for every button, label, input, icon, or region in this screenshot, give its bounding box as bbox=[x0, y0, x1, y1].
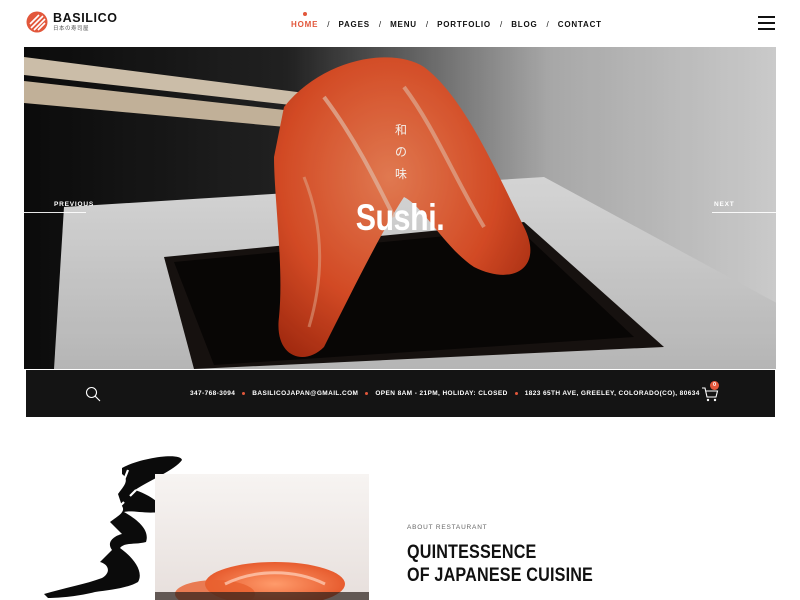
cart-count-badge: 0 bbox=[710, 381, 719, 390]
next-line bbox=[712, 212, 776, 213]
phone-number[interactable]: 347-768-3094 bbox=[190, 390, 235, 397]
nav-pages[interactable]: PAGES bbox=[338, 20, 369, 29]
previous-label: PREVIOUS bbox=[54, 201, 94, 208]
nav-menu[interactable]: MENU bbox=[390, 20, 417, 29]
heading-line: QUINTESSENCE bbox=[407, 542, 537, 563]
heading-line: OF JAPANESE CUISINE bbox=[407, 565, 594, 586]
nav-label: HOME bbox=[291, 19, 319, 29]
nav-separator: / bbox=[546, 19, 549, 29]
nav-blog[interactable]: BLOG bbox=[511, 20, 537, 29]
info-separator-dot bbox=[365, 392, 369, 395]
next-slide-button[interactable]: NEXT bbox=[712, 201, 776, 213]
about-image bbox=[155, 474, 369, 600]
nav-portfolio[interactable]: PORTFOLIO bbox=[437, 20, 491, 29]
nav-separator: / bbox=[327, 19, 330, 29]
email-address[interactable]: BASILICOJAPAN@GMAIL.COM bbox=[252, 390, 358, 397]
info-separator-dot bbox=[514, 392, 518, 395]
address: 1823 65TH AVE, GREELEY, COLORADO(CO), 80… bbox=[524, 390, 700, 397]
contact-info: 347-768-3094 BASILICOJAPAN@GMAIL.COM OPE… bbox=[190, 390, 700, 397]
logo-icon bbox=[26, 11, 48, 33]
active-dot bbox=[302, 11, 307, 16]
section-label: ABOUT RESTAURANT bbox=[407, 524, 488, 531]
nav-separator: / bbox=[425, 19, 429, 29]
nav-home[interactable]: HOME bbox=[291, 11, 319, 29]
kanji-char: 味 bbox=[394, 167, 407, 181]
info-bar: 347-768-3094 BASILICOJAPAN@GMAIL.COM OPE… bbox=[26, 370, 775, 417]
main-nav: HOME / PAGES / MENU / PORTFOLIO / BLOG /… bbox=[291, 11, 602, 29]
nav-separator: / bbox=[378, 19, 382, 29]
hero-title: Sushi. bbox=[355, 197, 445, 238]
hamburger-icon[interactable] bbox=[758, 15, 775, 30]
previous-slide-button[interactable]: PREVIOUS bbox=[24, 201, 94, 213]
site-header: BASILICO 日本の寿司屋 HOME / PAGES / MENU / PO… bbox=[0, 0, 800, 46]
kanji-char: の bbox=[394, 145, 407, 159]
previous-line bbox=[24, 212, 86, 213]
section-heading: QUINTESSENCE OF JAPANESE CUISINE bbox=[407, 541, 593, 587]
kanji-char: 和 bbox=[394, 123, 407, 137]
hero-slider: 和 の 味 Sushi. PREVIOUS NEXT bbox=[24, 47, 776, 369]
brand-name: BASILICO bbox=[53, 11, 118, 25]
nav-contact[interactable]: CONTACT bbox=[558, 20, 602, 29]
search-icon[interactable] bbox=[85, 386, 101, 402]
hero-kanji: 和 の 味 bbox=[394, 119, 408, 185]
logo[interactable]: BASILICO 日本の寿司屋 bbox=[26, 11, 118, 33]
nav-separator: / bbox=[499, 19, 503, 29]
brand-tagline: 日本の寿司屋 bbox=[53, 25, 90, 32]
info-separator-dot bbox=[242, 392, 246, 395]
opening-hours: OPEN 8AM - 21PM, HOLIDAY: CLOSED bbox=[375, 390, 508, 397]
next-label: NEXT bbox=[714, 201, 735, 208]
